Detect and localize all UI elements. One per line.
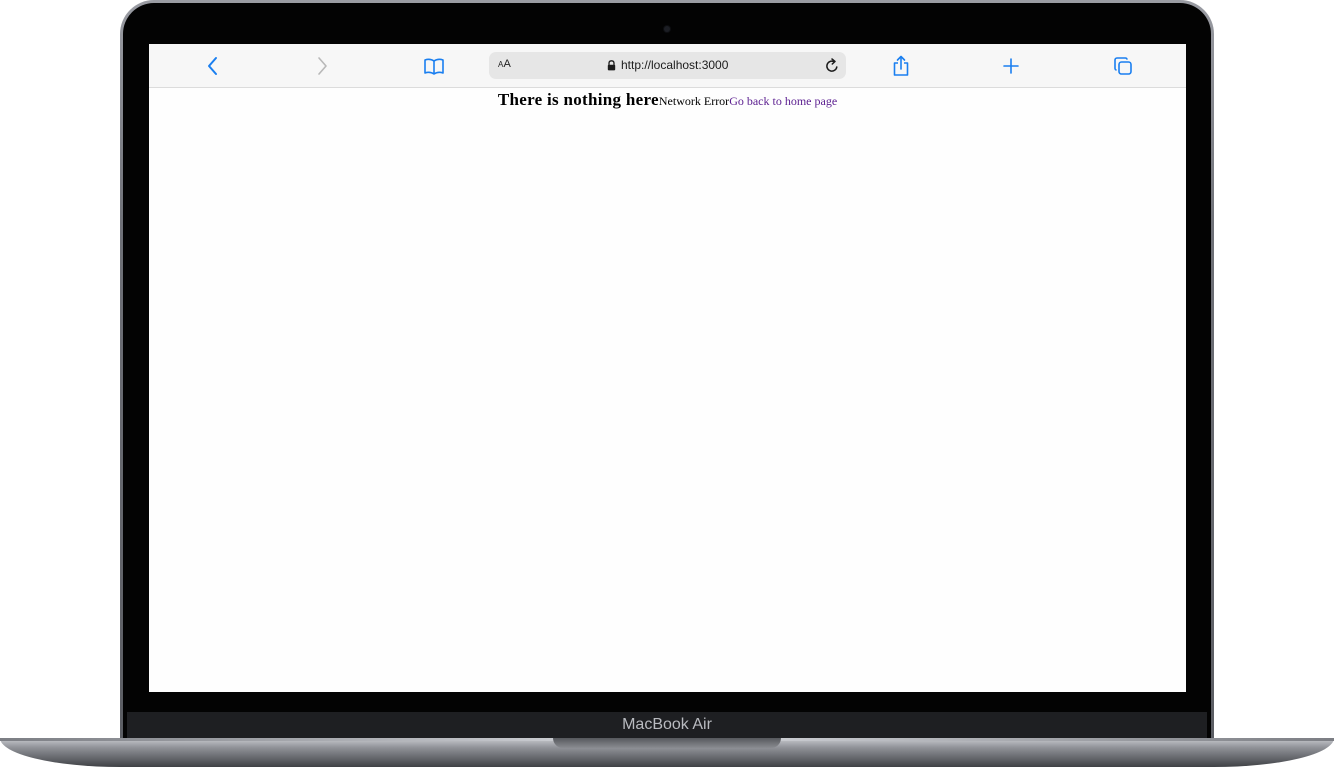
share-icon [893,55,909,76]
opening-notch [553,738,781,748]
forward-button[interactable] [308,52,336,80]
lock-icon [607,59,616,70]
new-tab-button[interactable] [997,52,1025,80]
home-link[interactable]: Go back to home page [729,94,837,108]
url-display[interactable]: http://localhost:3000 [607,58,728,72]
plus-icon [1003,58,1019,74]
chevron-left-icon [208,57,217,75]
browser-window: AA http://localhost:3000 There is nothin… [149,44,1186,692]
page-content: There is nothing hereNetwork ErrorGo bac… [149,88,1186,113]
chevron-right-icon [318,57,327,75]
error-message: Network Error [658,94,730,108]
camera-dot [664,26,670,32]
device-label: MacBook Air [622,716,712,733]
page-heading: There is nothing here [497,90,659,109]
tabs-icon [1114,57,1132,75]
browser-toolbar: AA http://localhost:3000 [149,44,1186,88]
share-button[interactable] [887,52,915,80]
laptop-mockup: AA http://localhost:3000 There is nothin… [0,0,1334,767]
book-icon [424,58,444,75]
tabs-overview-button[interactable] [1109,52,1137,80]
reader-button[interactable]: AA [498,58,511,70]
address-bar[interactable]: AA http://localhost:3000 [489,52,846,79]
url-text: http://localhost:3000 [621,58,729,72]
reload-button[interactable] [822,56,842,76]
back-button[interactable] [199,52,227,80]
bookmarks-button[interactable] [420,52,448,80]
reload-icon [826,58,838,72]
